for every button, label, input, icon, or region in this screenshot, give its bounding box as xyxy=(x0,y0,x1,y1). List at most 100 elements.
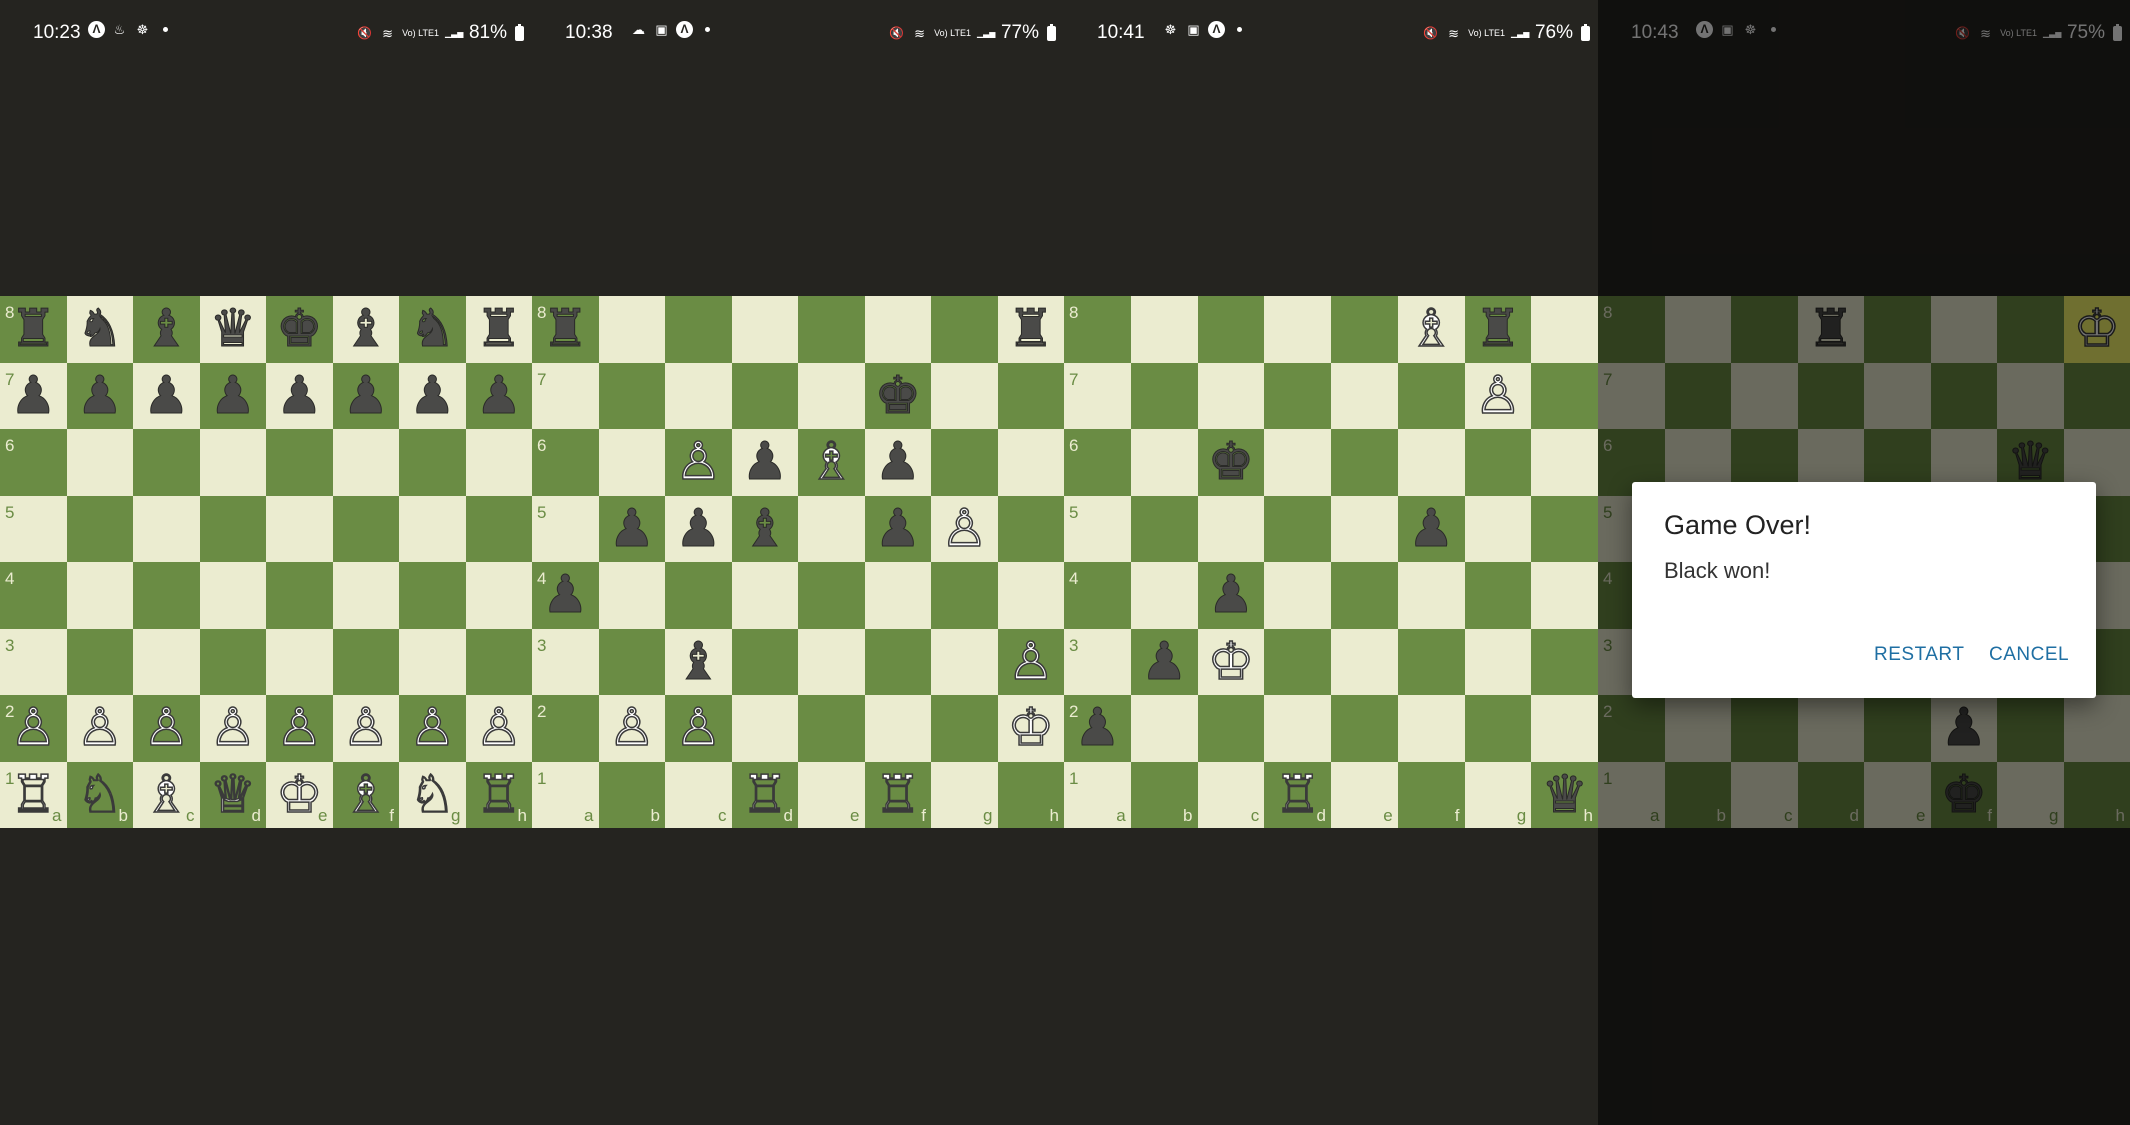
square-h8[interactable]: ♜ xyxy=(997,296,1064,363)
square-f6[interactable]: ♟ xyxy=(864,429,931,496)
square-e4[interactable] xyxy=(798,562,865,629)
square-a7[interactable]: 7 xyxy=(1064,362,1131,429)
square-d3[interactable] xyxy=(731,628,798,695)
square-a6[interactable]: 6 xyxy=(0,429,67,496)
square-f5[interactable]: ♟ xyxy=(864,495,931,562)
black-bishop-icon[interactable]: ♝ xyxy=(674,635,722,688)
square-b1[interactable]: b xyxy=(1130,761,1198,828)
square-g6[interactable] xyxy=(399,429,466,496)
square-h1[interactable]: h xyxy=(997,761,1064,828)
square-d8[interactable] xyxy=(731,296,798,363)
white-pawn-icon[interactable]: ♙ xyxy=(209,702,257,756)
square-g1[interactable]: g xyxy=(931,761,998,828)
square-f3[interactable] xyxy=(332,628,399,695)
square-h3[interactable]: ♙ xyxy=(997,628,1064,695)
square-b7[interactable]: ♟ xyxy=(66,362,133,429)
square-d6[interactable] xyxy=(199,429,266,496)
square-a2[interactable]: 2 xyxy=(532,695,599,762)
square-e4[interactable] xyxy=(266,562,333,629)
black-pawn-icon[interactable]: ♟ xyxy=(1207,569,1255,622)
square-g4[interactable] xyxy=(1464,562,1532,629)
square-b7[interactable] xyxy=(1130,362,1198,429)
black-pawn-icon[interactable]: ♟ xyxy=(674,502,722,555)
square-b2[interactable]: ♙ xyxy=(66,695,133,762)
black-knight-icon[interactable]: ♞ xyxy=(76,303,124,356)
white-king-icon[interactable]: ♔ xyxy=(1007,702,1055,756)
black-rook-icon[interactable]: ♜ xyxy=(1007,303,1055,356)
square-e2[interactable] xyxy=(798,695,865,762)
square-a8[interactable]: 8 xyxy=(1064,296,1131,363)
square-c6[interactable]: ♚ xyxy=(1197,429,1265,496)
square-f2[interactable] xyxy=(1397,695,1465,762)
square-g4[interactable] xyxy=(399,562,466,629)
black-pawn-icon[interactable]: ♟ xyxy=(342,369,390,422)
square-a3[interactable]: 3 xyxy=(0,628,67,695)
square-c7[interactable] xyxy=(665,362,732,429)
square-g8[interactable] xyxy=(931,296,998,363)
white-pawn-icon[interactable]: ♙ xyxy=(342,702,390,756)
square-a1[interactable]: 1a xyxy=(1064,761,1131,828)
white-rook-icon[interactable]: ♖ xyxy=(741,768,789,822)
square-f7[interactable]: ♚ xyxy=(864,362,931,429)
square-d7[interactable] xyxy=(1264,362,1331,429)
white-knight-icon[interactable]: ♘ xyxy=(76,768,124,822)
square-g3[interactable] xyxy=(931,628,998,695)
white-pawn-icon[interactable]: ♙ xyxy=(1007,635,1055,689)
black-rook-icon[interactable]: ♜ xyxy=(1474,303,1522,356)
square-a1[interactable]: 1 a ♖ xyxy=(0,761,67,828)
square-e7[interactable]: ♟ xyxy=(266,362,333,429)
square-f8[interactable] xyxy=(864,296,931,363)
square-c6[interactable]: ♙ xyxy=(665,429,732,496)
square-b1[interactable]: b xyxy=(598,761,665,828)
square-h1[interactable]: h ♛ xyxy=(1531,761,1598,828)
square-d5[interactable] xyxy=(1264,495,1331,562)
square-a4[interactable]: 4 xyxy=(1064,562,1131,629)
square-c4[interactable] xyxy=(665,562,732,629)
square-h7[interactable] xyxy=(1531,362,1598,429)
square-g3[interactable] xyxy=(1464,628,1532,695)
square-c5[interactable]: ♟ xyxy=(665,495,732,562)
square-b6[interactable] xyxy=(66,429,133,496)
square-f1[interactable]: f xyxy=(1397,761,1465,828)
black-king-icon[interactable]: ♚ xyxy=(874,369,922,422)
square-h1[interactable]: h ♖ xyxy=(465,761,532,828)
square-g7[interactable]: ♟ xyxy=(399,362,466,429)
square-f4[interactable] xyxy=(864,562,931,629)
square-h6[interactable] xyxy=(997,429,1064,496)
square-e6[interactable] xyxy=(266,429,333,496)
square-d1[interactable]: d ♖ xyxy=(731,761,798,828)
black-pawn-icon[interactable]: ♟ xyxy=(408,369,456,422)
square-e1[interactable]: e ♔ xyxy=(266,761,333,828)
white-queen-icon[interactable]: ♕ xyxy=(209,768,257,822)
white-rook-icon[interactable]: ♖ xyxy=(874,768,922,822)
square-g8[interactable]: ♜ xyxy=(1464,296,1532,363)
square-h5[interactable] xyxy=(1531,495,1598,562)
square-d8[interactable] xyxy=(1264,296,1331,363)
square-g6[interactable] xyxy=(1464,429,1532,496)
square-g2[interactable] xyxy=(1464,695,1532,762)
square-d2[interactable] xyxy=(731,695,798,762)
square-c4[interactable] xyxy=(133,562,200,629)
square-c3[interactable] xyxy=(133,628,200,695)
square-e3[interactable] xyxy=(798,628,865,695)
restart-button[interactable]: RESTART xyxy=(1874,644,1964,666)
black-pawn-icon[interactable]: ♟ xyxy=(275,369,323,422)
square-a2[interactable]: 2 ♙ xyxy=(0,695,67,762)
square-h6[interactable] xyxy=(1531,429,1598,496)
white-bishop-icon[interactable]: ♗ xyxy=(1407,303,1455,357)
square-d4[interactable] xyxy=(731,562,798,629)
square-e6[interactable]: ♗ xyxy=(798,429,865,496)
square-f2[interactable]: ♙ xyxy=(332,695,399,762)
square-a7[interactable]: 7 ♟ xyxy=(0,362,67,429)
square-b3[interactable] xyxy=(66,628,133,695)
black-rook-icon[interactable]: ♜ xyxy=(9,303,57,356)
white-pawn-icon[interactable]: ♙ xyxy=(475,702,523,756)
square-g1[interactable]: g ♘ xyxy=(399,761,466,828)
square-a6[interactable]: 6 xyxy=(1064,429,1131,496)
black-bishop-icon[interactable]: ♝ xyxy=(142,303,190,356)
square-g5[interactable]: ♙ xyxy=(931,495,998,562)
square-f6[interactable] xyxy=(332,429,399,496)
square-b4[interactable] xyxy=(598,562,665,629)
square-b3[interactable]: ♟ xyxy=(1130,628,1198,695)
square-a1[interactable]: 1a xyxy=(532,761,599,828)
